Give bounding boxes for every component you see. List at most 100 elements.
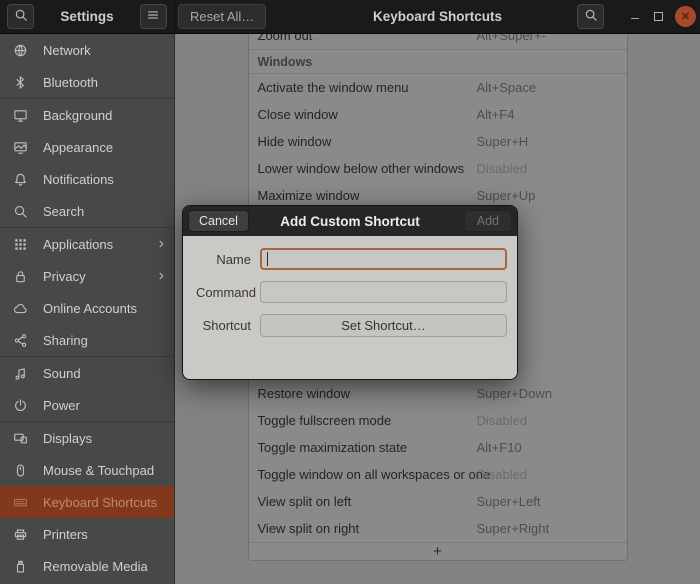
shortcut-row[interactable]: Activate the window menuAlt+Space [249, 74, 627, 101]
shortcut-row[interactable]: Close windowAlt+F4 [249, 101, 627, 128]
shortcut-accel: Alt+Super+- [477, 34, 546, 43]
chevron-right-icon: › [159, 268, 164, 284]
sound-icon [13, 366, 35, 381]
sidebar-item-label: Appearance [43, 140, 113, 155]
menu-button[interactable] [140, 4, 167, 29]
sidebar-item-sound[interactable]: Sound [0, 357, 174, 389]
shortcut-row[interactable]: Toggle maximization state Alt+F10 [249, 434, 627, 461]
dialog-header: Cancel Add Custom Shortcut Add [183, 206, 517, 236]
online-accounts-icon [13, 301, 35, 316]
shortcut-row[interactable]: Restore windowSuper+Down [249, 380, 627, 407]
sidebar-item-mouse-touchpad[interactable]: Mouse & Touchpad [0, 454, 174, 486]
page-title: Keyboard Shortcuts [373, 9, 502, 24]
appearance-icon [13, 140, 35, 155]
sidebar-item-displays[interactable]: Displays [0, 422, 174, 454]
headerbar-left: Settings [0, 0, 175, 33]
sidebar-item-sharing[interactable]: Sharing [0, 324, 174, 356]
shortcut-search-button[interactable] [577, 4, 604, 29]
add-custom-shortcut-dialog: Cancel Add Custom Shortcut Add Name Comm… [182, 205, 518, 380]
shortcut-row[interactable]: Zoom out Alt+Super+- [249, 34, 627, 49]
shortcut-row[interactable]: View split on right Super+Right [249, 515, 627, 542]
search-icon [584, 8, 598, 25]
shortcut-label: View split on right [258, 521, 360, 536]
app-title: Settings [60, 9, 113, 24]
dialog-title: Add Custom Shortcut [280, 214, 420, 229]
name-field[interactable] [260, 248, 507, 270]
sidebar: Network Bluetooth Background Appearance Noti… [0, 34, 175, 584]
sidebar-item-power[interactable]: Power [0, 389, 174, 421]
headerbar: Settings Reset All… Keyboard Shortcuts – [0, 0, 700, 34]
name-entry-wrap [260, 248, 507, 270]
displays-icon [13, 431, 35, 446]
sidebar-item-label: Mouse & Touchpad [43, 463, 154, 478]
sidebar-item-online-accounts[interactable]: Online Accounts [0, 292, 174, 324]
sidebar-item-appearance[interactable]: Appearance [0, 131, 174, 163]
shortcut-label: View split on left [258, 494, 352, 509]
sidebar-item-label: Bluetooth [43, 75, 98, 90]
sidebar-search-button[interactable] [7, 4, 34, 29]
set-shortcut-button[interactable]: Set Shortcut… [260, 314, 507, 337]
sidebar-item-label: Background [43, 108, 112, 123]
plus-icon: + [433, 544, 442, 559]
add-shortcut-row[interactable]: + [249, 542, 627, 560]
add-button[interactable]: Add [464, 210, 512, 232]
headerbar-right: Reset All… Keyboard Shortcuts – ✕ [175, 0, 700, 33]
shortcut-label: Toggle window on all workspaces or one [258, 467, 491, 482]
sidebar-item-printers[interactable]: Printers [0, 518, 174, 550]
printers-icon [13, 527, 35, 542]
shortcut-row[interactable]: Lower window below other windowsDisabled [249, 155, 627, 182]
sidebar-item-label: Printers [43, 527, 88, 542]
shortcut-accel: Disabled [477, 467, 528, 482]
hamburger-menu-icon [146, 8, 160, 25]
text-caret [267, 252, 268, 266]
close-icon: ✕ [681, 10, 690, 23]
shortcut-row[interactable]: Hide window Super+H [249, 128, 627, 155]
shortcut-label: Activate the window menu [258, 80, 409, 95]
shortcut-label: Toggle maximization state [258, 440, 408, 455]
maximize-button[interactable] [654, 12, 663, 21]
cancel-button[interactable]: Cancel [188, 210, 249, 232]
sidebar-item-bluetooth[interactable]: Bluetooth [0, 66, 174, 98]
sidebar-item-label: Network [43, 43, 91, 58]
search-icon [14, 8, 28, 25]
shortcut-row[interactable]: View split on leftSuper+Left [249, 488, 627, 515]
shortcut-accel: Disabled [477, 161, 528, 176]
sidebar-item-network[interactable]: Network [0, 34, 174, 66]
minimize-button[interactable]: – [628, 12, 642, 22]
dialog-body: Name Command Shortcut Set Shortcut… [183, 236, 517, 379]
removable-media-icon [13, 559, 35, 574]
sidebar-item-applications[interactable]: Applications › [0, 228, 174, 260]
shortcut-label: Shortcut [196, 318, 251, 333]
shortcut-row[interactable]: Toggle window on all workspaces or oneDi… [249, 461, 627, 488]
shortcut-label: Toggle fullscreen mode [258, 413, 392, 428]
sidebar-item-label: Applications [43, 237, 113, 252]
shortcut-label: Maximize window [258, 188, 360, 203]
sidebar-item-removable-media[interactable]: Removable Media [0, 550, 174, 582]
shortcut-accel: Alt+F10 [477, 440, 522, 455]
command-entry-wrap [260, 281, 507, 303]
sidebar-item-search[interactable]: Search [0, 195, 174, 227]
sharing-icon [13, 333, 35, 348]
chevron-right-icon: › [159, 236, 164, 252]
shortcut-accel: Super+H [477, 134, 529, 149]
name-row: Name [196, 248, 507, 270]
shortcut-label: Zoom out [258, 34, 313, 43]
sidebar-item-label: Displays [43, 431, 92, 446]
sidebar-item-label: Removable Media [43, 559, 148, 574]
sidebar-item-background[interactable]: Background [0, 99, 174, 131]
shortcut-label: Hide window [258, 134, 332, 149]
reset-all-button[interactable]: Reset All… [178, 4, 266, 29]
command-field[interactable] [260, 281, 507, 303]
shortcut-accel: Alt+F4 [477, 107, 515, 122]
sidebar-item-keyboard-shortcuts[interactable]: Keyboard Shortcuts [0, 486, 174, 518]
power-icon [13, 398, 35, 413]
sidebar-item-privacy[interactable]: Privacy › [0, 260, 174, 292]
shortcut-accel: Super+Right [477, 521, 550, 536]
sidebar-item-label: Privacy [43, 269, 86, 284]
close-button[interactable]: ✕ [675, 6, 696, 27]
command-label: Command [196, 285, 251, 300]
shortcut-row[interactable]: Toggle fullscreen modeDisabled [249, 407, 627, 434]
shortcut-accel: Super+Up [477, 188, 536, 203]
sidebar-item-label: Keyboard Shortcuts [43, 495, 157, 510]
sidebar-item-notifications[interactable]: Notifications [0, 163, 174, 195]
